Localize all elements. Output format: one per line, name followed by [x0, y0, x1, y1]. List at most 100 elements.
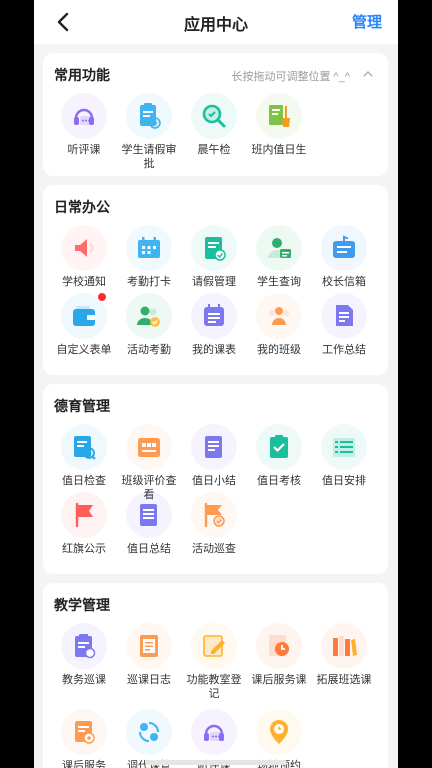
app-item-speaker[interactable]: 学校通知 [53, 225, 115, 289]
app-item-label: 课后服务 [62, 760, 106, 768]
app-item-note[interactable]: 值日小结 [183, 424, 245, 488]
books-icon [321, 623, 367, 669]
notification-badge [98, 293, 106, 301]
student-card-icon [256, 225, 302, 271]
clipboard-patrol-icon [61, 623, 107, 669]
pencil-note-icon [191, 623, 237, 669]
clipboard-check-icon [256, 424, 302, 470]
location-clock-icon [256, 709, 302, 755]
app-item-label: 拓展班选课 [316, 674, 372, 686]
app-item-pencil-note[interactable]: 功能教室登记 [183, 623, 245, 701]
app-item-leave-approval[interactable]: 学生请假审批 [118, 93, 180, 171]
app-item-label: 班内值日生 [251, 144, 307, 156]
app-item-label: 学校通知 [62, 276, 106, 288]
app-item-label: 功能教室登记 [186, 674, 242, 700]
app-item-label: 教务巡课 [62, 674, 106, 686]
app-item-mailbox[interactable]: 校长信箱 [313, 225, 375, 289]
app-item-label: 值日考核 [257, 475, 301, 487]
app-item-label: 校长信箱 [322, 276, 366, 288]
section-daily-office: 日常办公 学校通知 考勤打卡 请假管理 学生查询 校长信箱自定义表单 活动考勤 我的课表 我的… [43, 185, 388, 375]
section-title: 教学管理 [54, 597, 110, 613]
duty-check-icon [61, 424, 107, 470]
app-item-books[interactable]: 拓展班选课 [313, 623, 375, 687]
doc-lines-icon [126, 492, 172, 538]
app-item-label: 值日总结 [127, 543, 171, 555]
red-flag-icon [61, 492, 107, 538]
clock-doc-icon [256, 623, 302, 669]
manage-button[interactable]: 管理 [352, 11, 382, 32]
app-item-wallet[interactable]: 自定义表单 [53, 293, 115, 357]
app-item-label: 请假管理 [192, 276, 236, 288]
magnifier-check-icon [191, 93, 237, 139]
calendar-icon [126, 225, 172, 271]
app-item-label: 课后服务课 [251, 674, 307, 686]
note-icon [191, 424, 237, 470]
group-icon [256, 293, 302, 339]
app-item-broom[interactable]: 班内值日生 [248, 93, 310, 157]
app-item-clipboard-check[interactable]: 值日考核 [248, 424, 310, 488]
top-navbar: 应用中心 管理 [34, 0, 398, 44]
app-item-class-rating[interactable]: 班级评价查看 [118, 424, 180, 502]
app-item-headset-chat[interactable]: 听评课 [53, 93, 115, 157]
section-title: 德育管理 [54, 398, 110, 414]
app-item-label: 学生请假审批 [121, 144, 177, 170]
log-book-icon [126, 623, 172, 669]
app-item-label: 学生查询 [257, 276, 301, 288]
mailbox-icon [321, 225, 367, 271]
headset-chat-icon [61, 93, 107, 139]
app-item-label: 红旗公示 [62, 543, 106, 555]
app-item-label: 值日安排 [322, 475, 366, 487]
app-item-flag-check[interactable]: 活动巡查 [183, 492, 245, 556]
app-item-clock-doc[interactable]: 课后服务课 [248, 623, 310, 687]
app-item-label: 我的班级 [257, 344, 301, 356]
app-item-red-flag[interactable]: 红旗公示 [53, 492, 115, 556]
leave-approval-icon [126, 93, 172, 139]
app-item-people-check[interactable]: 活动考勤 [118, 293, 180, 357]
section-moral-education: 德育管理 值日检查 班级评价查看 值日小结 值日考核 值日安排红旗公示 值日总结 活动巡查 [43, 384, 388, 574]
app-item-label: 活动巡查 [192, 543, 236, 555]
swap-icon [126, 709, 172, 755]
page-title: 应用中心 [183, 17, 248, 34]
broom-icon [256, 93, 302, 139]
list-icon [321, 424, 367, 470]
app-item-list[interactable]: 值日安排 [313, 424, 375, 488]
app-item-calendar[interactable]: 考勤打卡 [118, 225, 180, 289]
app-item-label: 工作总结 [322, 344, 366, 356]
app-item-label: 活动考勤 [127, 344, 171, 356]
section-teaching-management: 教学管理 教务巡课巡课日志功能教室登记课后服务课拓展班选课课后服务调代课管听评课… [43, 583, 388, 768]
speaker-icon [61, 225, 107, 271]
section-title: 常用功能 [54, 67, 110, 83]
app-item-label: 听评课 [67, 144, 101, 156]
section-title: 日常办公 [54, 199, 110, 215]
app-item-clipboard-patrol[interactable]: 教务巡课 [53, 623, 115, 687]
app-item-summary-doc[interactable]: 工作总结 [313, 293, 375, 357]
people-check-icon [126, 293, 172, 339]
app-item-document-edit[interactable]: 请假管理 [183, 225, 245, 289]
app-item-label: 我的课表 [192, 344, 236, 356]
app-item-label: 自定义表单 [56, 344, 112, 356]
home-indicator [145, 760, 287, 765]
drag-hint-text: 长按拖动可调整位置 ^_^ [231, 71, 351, 83]
class-rating-icon [126, 424, 172, 470]
chevron-up-icon[interactable] [362, 68, 374, 80]
summary-doc-icon [321, 293, 367, 339]
headset-chat-icon [191, 709, 237, 755]
app-item-magnifier-check[interactable]: 晨午检 [183, 93, 245, 157]
app-item-label: 值日小结 [192, 475, 236, 487]
app-item-log-book[interactable]: 巡课日志 [118, 623, 180, 687]
app-item-doc-lines[interactable]: 值日总结 [118, 492, 180, 556]
app-item-label: 巡课日志 [127, 674, 171, 686]
app-item-student-card[interactable]: 学生查询 [248, 225, 310, 289]
app-item-duty-check[interactable]: 值日检查 [53, 424, 115, 488]
app-item-group[interactable]: 我的班级 [248, 293, 310, 357]
app-item-label: 考勤打卡 [127, 276, 171, 288]
app-item-label: 值日检查 [62, 475, 106, 487]
app-item-schedule[interactable]: 我的课表 [183, 293, 245, 357]
section-common-functions: 常用功能 长按拖动可调整位置 ^_^ 听评课 学生请假审批 晨午检 班内值日生 [43, 53, 388, 176]
app-item-service-doc[interactable]: 课后服务 [53, 709, 115, 768]
app-screen: 应用中心 管理 常用功能 长按拖动可调整位置 ^_^ 听评课 学生请假审批 晨午检班… [34, 0, 398, 768]
document-edit-icon [191, 225, 237, 271]
app-item-label: 晨午检 [197, 144, 231, 156]
flag-check-icon [191, 492, 237, 538]
schedule-icon [191, 293, 237, 339]
